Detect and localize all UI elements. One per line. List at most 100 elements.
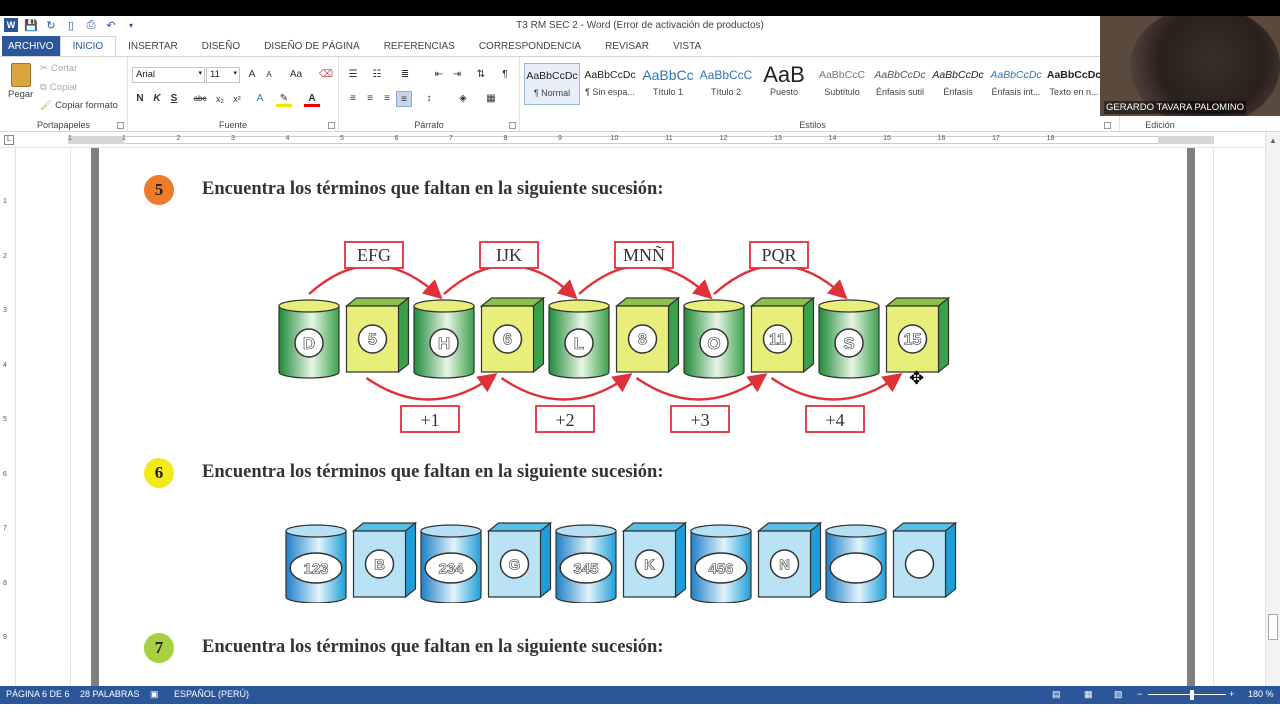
format-painter-button[interactable]: 🖌 Copiar formato (40, 100, 118, 111)
zoom-slider-thumb[interactable] (1190, 690, 1194, 700)
clipboard-group-label: Portapapeles (36, 120, 91, 130)
italic-button[interactable]: K (149, 91, 165, 107)
vruler-number: 9 (3, 634, 7, 641)
bottom-label: +1 (420, 410, 439, 430)
styles-launcher-icon[interactable] (1104, 122, 1111, 129)
sort-icon[interactable]: ⇅ (473, 67, 489, 83)
multilevel-list-icon[interactable]: ≣ (397, 67, 413, 83)
bottom-label: +3 (690, 410, 709, 430)
style-enfasis-sutil[interactable]: AaBbCcDc Énfasis sutil (872, 63, 928, 105)
paragraph-group: ☰ ☷ ≣ ⇤ ⇥ ⇅ ¶ ≡ ≡ ≡ ≡ ↕ ◈ ▦ Párrafo (339, 57, 520, 131)
clear-format-icon[interactable]: ⌫ (318, 67, 334, 83)
tab-archivo[interactable]: ARCHIVO (2, 36, 60, 56)
style-enfasis[interactable]: AaBbCcDc Énfasis (930, 63, 986, 105)
read-mode-icon[interactable]: ▤ (1052, 689, 1061, 700)
item-label: 123 (303, 560, 328, 577)
borders-icon[interactable]: ▦ (483, 91, 499, 107)
chevron-down-icon: ▾ (233, 70, 237, 77)
bottom-label: +2 (555, 410, 574, 430)
numbering-icon[interactable]: ☷ (369, 67, 385, 83)
scrollbar-thumb[interactable] (1268, 614, 1278, 640)
ruler-number: 2 (176, 135, 181, 142)
align-center-icon[interactable]: ≡ (362, 91, 378, 107)
style-texto-negrita[interactable]: AaBbCcDc Texto en n... (1046, 63, 1102, 105)
highlight-icon[interactable]: ✎ (276, 91, 292, 107)
grow-font-button[interactable]: A (244, 67, 260, 83)
bullets-icon[interactable]: ☰ (345, 67, 361, 83)
tab-insertar[interactable]: INSERTAR (116, 36, 190, 56)
font-size-select[interactable]: 11 ▾ (206, 67, 240, 83)
tab-diseno[interactable]: DISEÑO (190, 36, 252, 56)
ribbon: Pegar ✂ Cortar ⧉ Copiar 🖌 Copiar formato Po… (0, 56, 1280, 132)
clipboard-launcher-icon[interactable] (117, 122, 124, 129)
cut-button[interactable]: ✂ Cortar (40, 63, 77, 74)
vertical-scrollbar[interactable]: ▲ ▼ (1265, 132, 1280, 696)
align-left-icon[interactable]: ≡ (345, 91, 361, 107)
copy-icon: ⧉ (40, 82, 47, 93)
horizontal-ruler: L 1 1 2 3 4 5 6 7 8 9 10 11 12 13 14 15 16 17 18 (0, 132, 1265, 148)
zoom-slider[interactable] (1148, 694, 1226, 695)
web-layout-icon[interactable]: ▧ (1114, 689, 1123, 700)
document-area[interactable]: 5 Encuentra los términos que faltan en l… (16, 148, 1265, 696)
tab-revisar[interactable]: REVISAR (593, 36, 661, 56)
language-indicator[interactable]: ESPAÑOL (PERÚ) (174, 689, 249, 699)
zoom-out-icon[interactable]: − (1137, 689, 1142, 699)
top-label: IJK (496, 245, 522, 265)
justify-icon[interactable]: ≡ (396, 91, 412, 107)
cube-item (891, 521, 958, 599)
line-spacing-icon[interactable]: ↕ (421, 91, 437, 107)
print-layout-icon[interactable]: ▦ (1084, 689, 1093, 700)
decrease-indent-icon[interactable]: ⇤ (431, 67, 447, 83)
increase-indent-icon[interactable]: ⇥ (449, 67, 465, 83)
item-label: K (644, 556, 655, 573)
paste-button[interactable]: Pegar (8, 63, 33, 100)
cube-item: 15 (884, 296, 951, 374)
proofing-icon[interactable]: ▣ (150, 689, 159, 700)
strikethrough-button[interactable]: abc (190, 91, 210, 107)
font-launcher-icon[interactable] (328, 122, 335, 129)
vruler-number: 2 (3, 252, 7, 260)
font-family-select[interactable]: Arial ▾ (132, 67, 205, 83)
cube-item: K (621, 521, 688, 599)
tab-correspondencia[interactable]: CORRESPONDENCIA (467, 36, 593, 56)
subscript-button[interactable]: x₂ (212, 91, 228, 107)
style-puesto[interactable]: AaB Puesto (756, 63, 812, 105)
item-label: 345 (573, 560, 598, 577)
ruler-number: 13 (774, 135, 782, 142)
style-subtitulo[interactable]: AaBbCcC Subtítulo (814, 63, 870, 105)
ruler-number: 15 (883, 135, 891, 142)
font-color-icon[interactable]: A (304, 91, 320, 107)
show-marks-icon[interactable]: ¶ (497, 67, 513, 83)
paintbrush-icon: 🖌 (40, 100, 53, 111)
cube-item: B (351, 521, 418, 599)
tab-vista[interactable]: VISTA (661, 36, 713, 56)
tab-inicio[interactable]: INICIO (59, 36, 117, 56)
item-label: D (303, 334, 315, 353)
copy-button[interactable]: ⧉ Copiar (40, 82, 78, 93)
scroll-up-icon[interactable]: ▲ (1269, 136, 1277, 145)
tab-referencias[interactable]: REFERENCIAS (372, 36, 467, 56)
style-sin-espaciado[interactable]: AaBbCcDc ¶ Sin espa... (582, 63, 638, 105)
word-count[interactable]: 28 PALABRAS (80, 689, 139, 699)
question-number-5: 5 (144, 175, 174, 205)
style-normal[interactable]: AaBbCcDc ¶ Normal (524, 63, 580, 105)
zoom-in-icon[interactable]: + (1229, 689, 1234, 699)
tab-diseno-pagina[interactable]: DISEÑO DE PÁGINA (252, 36, 372, 56)
tab-selector-icon[interactable]: L (4, 135, 14, 145)
superscript-button[interactable]: x² (229, 91, 245, 107)
page-content[interactable]: 5 Encuentra los términos que faltan en l… (99, 148, 1187, 696)
style-enfasis-intenso[interactable]: AaBbCcDc Énfasis int... (988, 63, 1044, 105)
paragraph-launcher-icon[interactable] (509, 122, 516, 129)
zoom-level[interactable]: 180 % (1248, 689, 1274, 699)
page-count[interactable]: PÁGINA 6 DE 6 (6, 689, 70, 699)
text-effects-icon[interactable]: A (252, 91, 268, 107)
style-titulo-2[interactable]: AaBbCcC Título 2 (698, 63, 754, 105)
align-right-icon[interactable]: ≡ (379, 91, 395, 107)
shrink-font-button[interactable]: A (261, 67, 277, 83)
underline-button[interactable]: S (166, 91, 182, 107)
shading-icon[interactable]: ◈ (455, 91, 471, 107)
bold-button[interactable]: N (132, 91, 148, 107)
style-titulo-1[interactable]: AaBbCc Título 1 (640, 63, 696, 105)
cube-item: 11 (749, 296, 816, 374)
change-case-button[interactable]: Aa (284, 67, 308, 83)
